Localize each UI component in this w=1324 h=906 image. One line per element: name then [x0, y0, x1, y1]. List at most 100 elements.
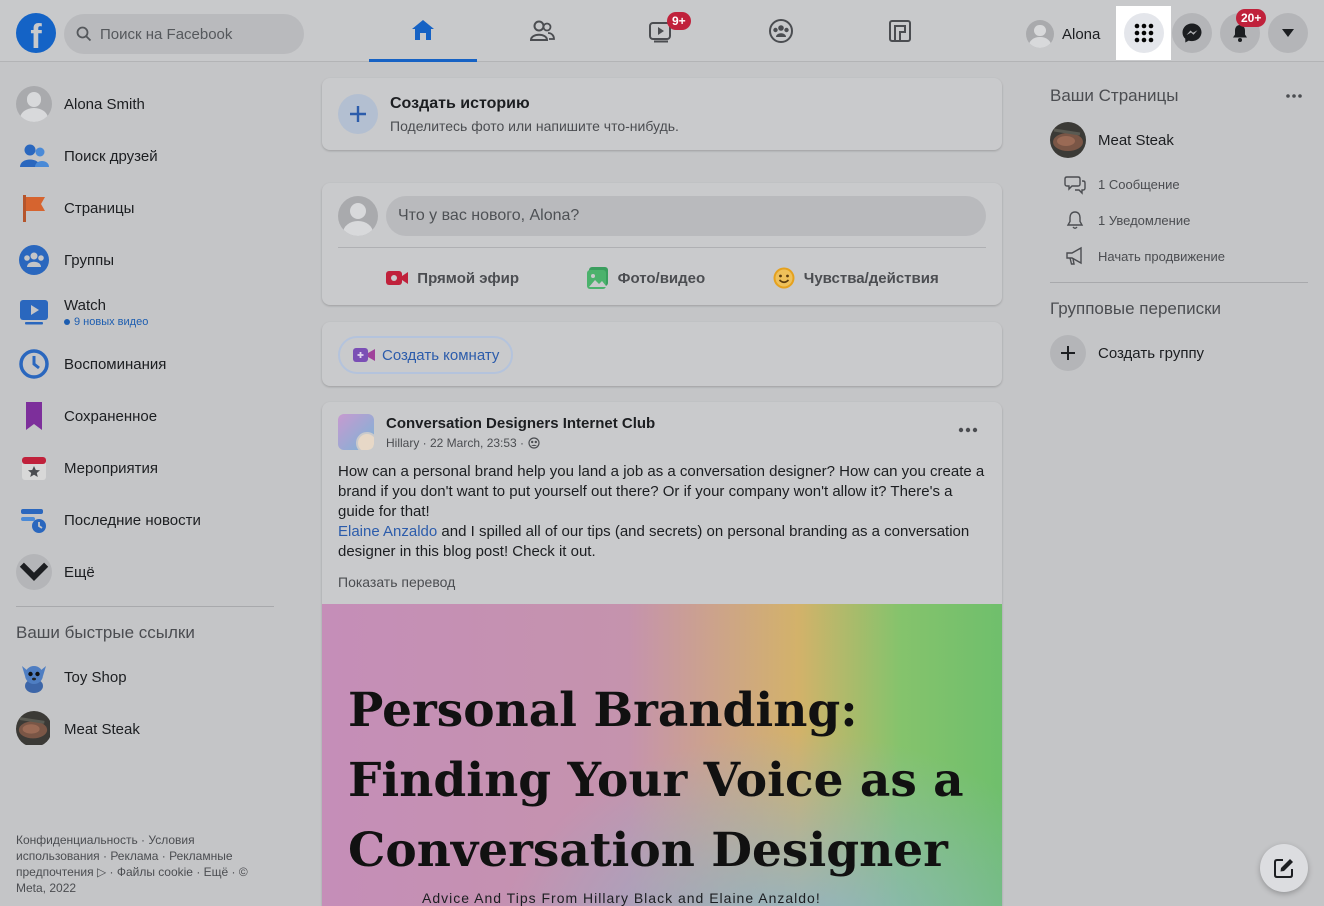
- post-image-title-line: Finding Your Voice as a: [348, 753, 964, 808]
- facebook-logo[interactable]: f: [16, 13, 56, 53]
- sidebar-item-watch[interactable]: Watch 9 новых видео: [8, 286, 278, 338]
- bookmark-icon: [26, 402, 42, 430]
- create-room-button[interactable]: Создать комнату: [338, 336, 514, 374]
- tab-friends[interactable]: [488, 0, 596, 62]
- live-video-label: Прямой эфир: [417, 269, 520, 287]
- sidebar-divider: [16, 606, 274, 607]
- watch-video-icon: [20, 300, 48, 325]
- page-messages[interactable]: 1 Сообщение: [1042, 166, 1308, 202]
- notifications-button[interactable]: 20+: [1220, 9, 1267, 53]
- photo-video-label: Фото/видео: [617, 269, 706, 287]
- news-feed-icon: [21, 509, 46, 533]
- meat-steak-avatar: [1050, 122, 1086, 158]
- groups-icon-wrap: [16, 242, 52, 278]
- tab-groups[interactable]: [727, 0, 835, 62]
- bell-icon: [1066, 211, 1084, 229]
- grid-menu-icon: [1134, 23, 1154, 43]
- more-options-icon[interactable]: [954, 420, 982, 440]
- members-audience-icon: [528, 437, 540, 449]
- new-dot-icon: [64, 318, 70, 325]
- post-image-title-line: Conversation Designer: [348, 823, 948, 878]
- tab-home[interactable]: [369, 0, 477, 62]
- sidebar-item-more[interactable]: Ещё: [8, 546, 278, 598]
- left-sidebar: Alona Smith Поиск друзей Страницы Группы…: [8, 78, 278, 755]
- page-meat-steak[interactable]: Meat Steak: [1042, 114, 1308, 166]
- more-options-icon[interactable]: [1284, 86, 1304, 106]
- sidebar-item-memories[interactable]: Воспоминания: [8, 338, 278, 390]
- sidebar-item-profile[interactable]: Alona Smith: [8, 78, 278, 130]
- create-story-title: Создать историю: [390, 95, 530, 112]
- feeling-activity-label: Чувства/действия: [803, 269, 939, 287]
- messenger-button[interactable]: [1172, 13, 1212, 53]
- post-image[interactable]: Personal Branding: Finding Your Voice as…: [322, 604, 1002, 906]
- more-icon-wrap: [16, 554, 52, 590]
- chevron-down-icon: [16, 554, 52, 590]
- group-avatar[interactable]: [338, 414, 374, 450]
- profile-chip[interactable]: Alona: [1026, 16, 1100, 52]
- create-story-card[interactable]: Создать историю Поделитесь фото или напи…: [322, 78, 1002, 150]
- feeling-activity-button[interactable]: Чувства/действия: [772, 266, 939, 290]
- photo-icon: [586, 267, 608, 289]
- create-room-label: Создать комнату: [382, 346, 500, 364]
- live-video-button[interactable]: Прямой эфир: [385, 266, 519, 290]
- right-divider: [1050, 282, 1308, 283]
- compose-icon: [1274, 859, 1293, 878]
- page-promote[interactable]: Начать продвижение: [1042, 238, 1308, 274]
- search-input[interactable]: [100, 25, 290, 43]
- sidebar-footer-links[interactable]: Конфиденциальность · Условия использован…: [16, 832, 266, 896]
- notifications-badge: 20+: [1236, 9, 1267, 27]
- watch-icon-wrap: [16, 294, 52, 330]
- sidebar-item-label: Watch: [64, 296, 106, 314]
- profile-avatar: [1026, 20, 1054, 48]
- megaphone-icon: [1066, 246, 1082, 265]
- search-box[interactable]: [64, 14, 304, 54]
- post-author-time[interactable]: Hillary · 22 March, 23:53 ·: [386, 436, 524, 450]
- sidebar-item-label: Страницы: [64, 199, 135, 217]
- menu-button[interactable]: [1124, 13, 1164, 53]
- sidebar-item-label: Мероприятия: [64, 459, 159, 477]
- groups-icon: [19, 245, 49, 275]
- sidebar-item-most-recent[interactable]: Последние новости: [8, 494, 278, 546]
- sidebar-item-label: Воспоминания: [64, 355, 167, 373]
- sidebar-item-saved[interactable]: Сохраненное: [8, 390, 278, 442]
- post-mention-link[interactable]: Elaine Anzaldo: [338, 523, 437, 540]
- plus-icon: [1050, 335, 1086, 371]
- pages-icon-wrap: [16, 190, 52, 226]
- tab-gaming[interactable]: [846, 0, 954, 62]
- toy-shop-avatar-icon: [22, 666, 46, 693]
- plus-icon: [338, 94, 378, 134]
- page-promote-label: Начать продвижение: [1098, 248, 1225, 264]
- create-group-button[interactable]: Создать группу: [1042, 327, 1308, 379]
- sidebar-item-pages[interactable]: Страницы: [8, 182, 278, 234]
- memories-icon-wrap: [16, 346, 52, 382]
- tab-watch[interactable]: 9+: [607, 0, 715, 62]
- page-notifications-label: 1 Уведомление: [1098, 212, 1191, 228]
- post-group-name[interactable]: Conversation Designers Internet Club: [386, 415, 655, 432]
- flag-icon: [23, 195, 45, 222]
- saved-icon-wrap: [16, 398, 52, 434]
- account-button[interactable]: [1268, 13, 1308, 53]
- sidebar-item-label: Ещё: [64, 563, 95, 581]
- composer-input[interactable]: Что у вас нового, Alona?: [386, 196, 986, 236]
- sidebar-item-groups[interactable]: Группы: [8, 234, 278, 286]
- post-image-title-line: Personal Branding:: [348, 683, 858, 738]
- feed-post: Conversation Designers Internet Club Hil…: [322, 402, 1002, 906]
- new-message-button[interactable]: [1260, 844, 1308, 892]
- watch-sub-label: 9 новых видео: [74, 315, 149, 328]
- post-image-title: Personal Branding: Finding Your Voice as…: [348, 676, 964, 886]
- sidebar-item-label: Сохраненное: [64, 407, 158, 425]
- top-navigation-bar: f 9+ Alona 20+: [0, 0, 1324, 62]
- show-translation-link[interactable]: Показать перевод: [338, 574, 455, 590]
- shortcut-toy-shop[interactable]: Toy Shop: [8, 651, 278, 703]
- right-sidebar: Ваши Страницы Meat Steak 1 Сообщение 1 У…: [1042, 78, 1308, 379]
- post-composer: Что у вас нового, Alona? Прямой эфир Фот…: [322, 183, 1002, 305]
- composer-divider: [338, 247, 986, 248]
- page-notifications[interactable]: 1 Уведомление: [1042, 202, 1308, 238]
- photo-video-button[interactable]: Фото/видео: [586, 266, 706, 290]
- toy-shop-icon-wrap: [16, 659, 52, 695]
- profile-name: Alona: [1062, 25, 1101, 43]
- sidebar-item-events[interactable]: Мероприятия: [8, 442, 278, 494]
- sidebar-item-find-friends[interactable]: Поиск друзей: [8, 130, 278, 182]
- friends-icon: [20, 144, 49, 167]
- shortcut-meat-steak[interactable]: Meat Steak: [8, 703, 278, 755]
